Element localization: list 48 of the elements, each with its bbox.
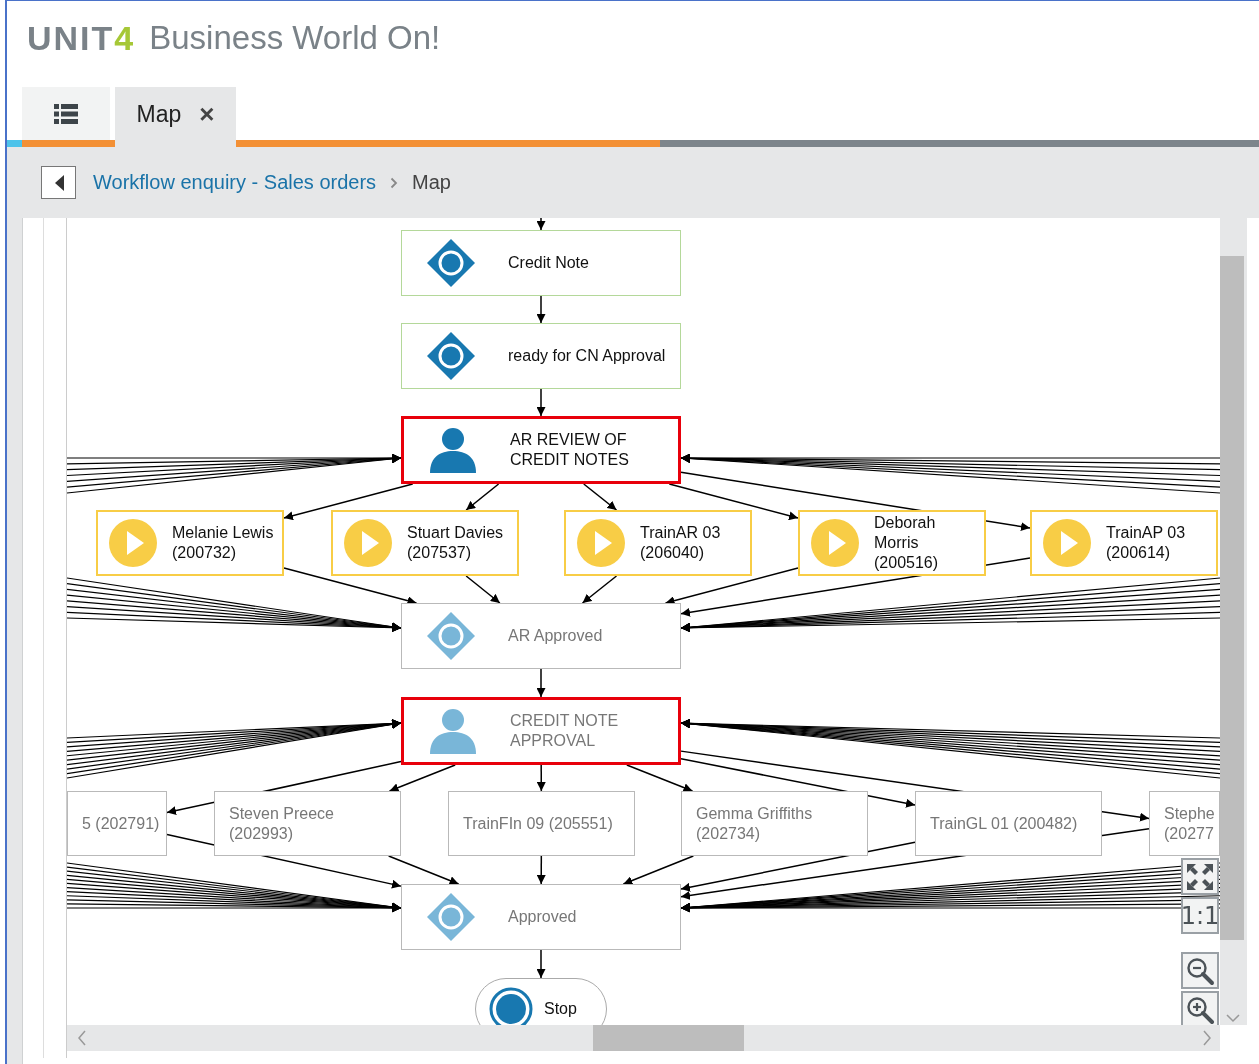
zoom-in-icon [1185, 994, 1215, 1025]
logo: UNIT4 [27, 18, 136, 58]
zoom-out-button[interactable] [1181, 952, 1219, 989]
back-button[interactable] [41, 166, 76, 199]
chevron-icon [390, 176, 399, 189]
stop-icon [488, 986, 534, 1025]
map-tab[interactable]: Map × [115, 87, 236, 147]
participant-node[interactable]: 5 (202791) [67, 791, 167, 856]
participant-node[interactable]: TrainGL 01 (200482) [915, 791, 1102, 856]
participant-node[interactable]: Steven Preece (202993) [214, 791, 401, 856]
play-icon [810, 518, 860, 568]
list-icon [54, 102, 78, 125]
actual-size-button[interactable]: 1:1 [1181, 897, 1219, 934]
expand-icon [1185, 861, 1215, 892]
play-icon [576, 518, 626, 568]
vertical-scrollbar[interactable] [1220, 218, 1247, 1025]
task-node[interactable]: Stuart Davies (207537) [331, 510, 519, 576]
diamond-icon [426, 892, 476, 942]
task-node[interactable]: Deborah Morris (200516) [798, 510, 986, 576]
zoom-out-icon [1185, 955, 1215, 986]
fit-button[interactable] [1181, 858, 1219, 895]
menu-tab[interactable] [22, 87, 110, 140]
task-node[interactable]: TrainAP 03 (200614) [1030, 510, 1218, 576]
diamond-icon [426, 331, 476, 381]
person-icon [428, 427, 478, 473]
participant-node[interactable]: Stephe (20277 [1149, 791, 1220, 856]
play-icon [108, 518, 158, 568]
stop-node[interactable]: Stop [475, 978, 607, 1025]
play-icon [1042, 518, 1092, 568]
state-node[interactable]: Credit Note [401, 230, 681, 296]
app-title: Business World On! [149, 18, 441, 58]
state-node[interactable]: Approved [401, 884, 681, 950]
zoom-in-button[interactable] [1181, 991, 1219, 1025]
close-icon[interactable]: × [199, 98, 215, 130]
participant-node[interactable]: TrainFIn 09 (205551) [448, 791, 635, 856]
state-node[interactable]: AR Approved [401, 603, 681, 669]
breadcrumb-link[interactable]: Workflow enquiry - Sales orders [93, 171, 377, 194]
play-icon [343, 518, 393, 568]
state-node[interactable]: ready for CN Approval [401, 323, 681, 389]
user-step-node[interactable]: AR REVIEW OF CREDIT NOTES [401, 416, 681, 484]
participant-node[interactable]: Gemma Griffiths (202734) [681, 791, 868, 856]
task-node[interactable]: Melanie Lewis (200732) [96, 510, 284, 576]
person-icon [428, 708, 478, 754]
breadcrumb-current: Map [412, 171, 451, 194]
diamond-icon [426, 611, 476, 661]
user-step-node[interactable]: CREDIT NOTE APPROVAL [401, 697, 681, 765]
diamond-icon [426, 238, 476, 288]
task-node[interactable]: TrainAR 03 (206040) [564, 510, 752, 576]
